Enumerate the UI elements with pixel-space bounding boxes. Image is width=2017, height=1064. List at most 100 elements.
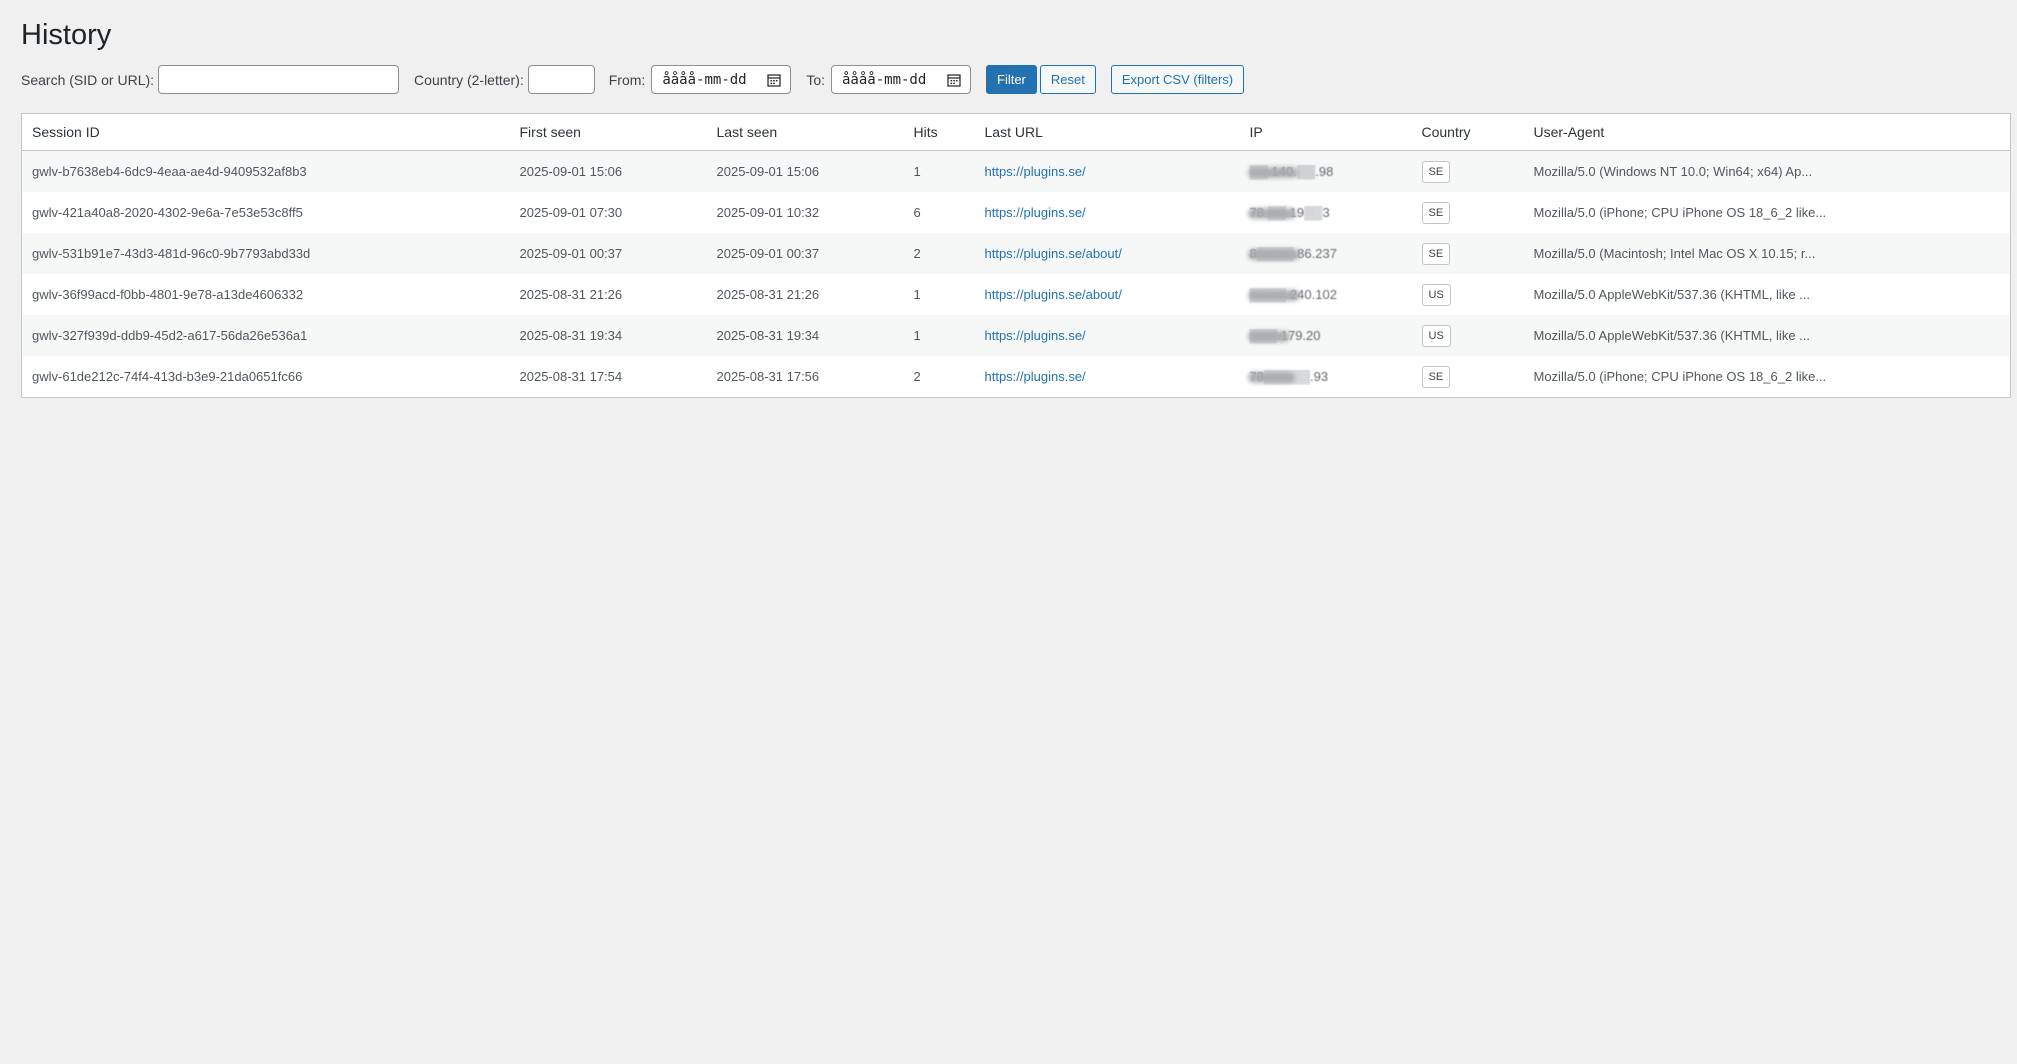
country-cell: SE	[1411, 233, 1524, 274]
session-id-cell: gwlv-b7638eb4-6dc9-4eaa-ae4d-9409532af8b…	[21, 150, 510, 192]
last-url-link[interactable]: https://plugins.se/	[985, 164, 1086, 179]
session-id-cell: gwlv-36f99acd-f0bb-4801-9e78-a13de460633…	[21, 274, 510, 315]
last-seen-cell: 2025-09-01 15:06	[706, 150, 904, 192]
ip-redacted: ▒▒▒▒.240.102	[1249, 287, 1337, 302]
calendar-icon[interactable]	[947, 73, 961, 87]
country-cell: SE	[1411, 192, 1524, 233]
col-session-id[interactable]: Session ID	[21, 113, 510, 151]
reset-button[interactable]: Reset	[1039, 65, 1096, 94]
last-url-link[interactable]: https://plugins.se/	[985, 205, 1086, 220]
session-id-cell: gwlv-531b91e7-43d3-481d-96c0-9b7793abd33…	[21, 233, 510, 274]
ip-redacted: 78▒▒▒▒▒.93	[1249, 369, 1329, 384]
table-header-row: Session ID First seen Last seen Hits Las…	[21, 113, 2011, 151]
last-url-cell: https://plugins.se/	[974, 192, 1240, 233]
first-seen-cell: 2025-09-01 00:37	[509, 233, 707, 274]
user-agent-cell: Mozilla/5.0 (iPhone; CPU iPhone OS 18_6_…	[1523, 356, 2011, 398]
session-id-cell: gwlv-327f939d-ddb9-45d2-a617-56da26e536a…	[21, 315, 510, 356]
last-seen-cell: 2025-08-31 21:26	[706, 274, 904, 315]
country-badge: US	[1421, 324, 1451, 347]
country-badge: SE	[1421, 201, 1451, 224]
search-input[interactable]	[158, 65, 400, 94]
last-url-link[interactable]: https://plugins.se/	[985, 369, 1086, 384]
country-cell: SE	[1411, 356, 1524, 398]
hits-cell: 2	[903, 356, 975, 398]
last-seen-cell: 2025-08-31 17:56	[706, 356, 904, 398]
ip-redacted: ▒▒▒.179.20	[1249, 328, 1321, 343]
history-page: History Search (SID or URL): Country (2-…	[0, 0, 2017, 398]
hits-cell: 1	[903, 315, 975, 356]
country-badge: SE	[1421, 242, 1451, 265]
col-country[interactable]: Country	[1411, 113, 1524, 151]
last-url-cell: https://plugins.se/about/	[974, 233, 1240, 274]
ip-redacted: 8▒▒▒▒.86.237	[1249, 246, 1337, 261]
country-label: Country (2-letter):	[414, 71, 524, 88]
col-ip[interactable]: IP	[1239, 113, 1412, 151]
country-cell: SE	[1411, 150, 1524, 192]
country-badge: SE	[1421, 160, 1451, 183]
table-row: gwlv-421a40a8-2020-4302-9e6a-7e53e53c8ff…	[21, 192, 2011, 233]
col-user-agent[interactable]: User-Agent	[1523, 113, 2011, 151]
to-date-placeholder: åååå-mm-dd	[842, 71, 927, 88]
user-agent-cell: Mozilla/5.0 (Macintosh; Intel Mac OS X 1…	[1523, 233, 2011, 274]
last-url-cell: https://plugins.se/	[974, 315, 1240, 356]
to-label: To:	[806, 71, 825, 88]
calendar-icon[interactable]	[767, 73, 781, 87]
last-url-cell: https://plugins.se/about/	[974, 274, 1240, 315]
country-cell: US	[1411, 315, 1524, 356]
col-last-seen[interactable]: Last seen	[706, 113, 904, 151]
last-seen-cell: 2025-08-31 19:34	[706, 315, 904, 356]
col-hits[interactable]: Hits	[903, 113, 975, 151]
country-cell: US	[1411, 274, 1524, 315]
from-date-placeholder: åååå-mm-dd	[662, 71, 747, 88]
first-seen-cell: 2025-08-31 19:34	[509, 315, 707, 356]
export-csv-button[interactable]: Export CSV (filters)	[1110, 65, 1245, 94]
first-seen-cell: 2025-08-31 17:54	[509, 356, 707, 398]
table-row: gwlv-327f939d-ddb9-45d2-a617-56da26e536a…	[21, 315, 2011, 356]
col-last-url[interactable]: Last URL	[974, 113, 1240, 151]
hits-cell: 6	[903, 192, 975, 233]
search-label: Search (SID or URL):	[21, 71, 155, 88]
ip-cell: 78▒▒▒▒▒.93	[1239, 356, 1412, 398]
session-id-cell: gwlv-421a40a8-2020-4302-9e6a-7e53e53c8ff…	[21, 192, 510, 233]
country-badge: SE	[1421, 365, 1451, 388]
filter-button[interactable]: Filter	[986, 65, 1037, 94]
last-url-link[interactable]: https://plugins.se/about/	[985, 246, 1122, 261]
ip-redacted: ▒▒.140.▒▒.98	[1249, 164, 1334, 179]
filter-bar: Search (SID or URL): Country (2-letter):…	[21, 64, 2011, 95]
user-agent-cell: Mozilla/5.0 AppleWebKit/537.36 (KHTML, l…	[1523, 274, 2011, 315]
last-seen-cell: 2025-09-01 10:32	[706, 192, 904, 233]
last-seen-cell: 2025-09-01 00:37	[706, 233, 904, 274]
last-url-link[interactable]: https://plugins.se/about/	[985, 287, 1122, 302]
ip-cell: 78.▒▒.19▒▒3	[1239, 192, 1412, 233]
ip-cell: ▒▒▒▒.240.102	[1239, 274, 1412, 315]
country-input[interactable]	[527, 65, 595, 94]
first-seen-cell: 2025-08-31 21:26	[509, 274, 707, 315]
last-url-cell: https://plugins.se/	[974, 150, 1240, 192]
last-url-link[interactable]: https://plugins.se/	[985, 328, 1086, 343]
history-table: Session ID First seen Last seen Hits Las…	[21, 113, 2011, 398]
col-first-seen[interactable]: First seen	[509, 113, 707, 151]
user-agent-cell: Mozilla/5.0 (Windows NT 10.0; Win64; x64…	[1523, 150, 2011, 192]
hits-cell: 1	[903, 150, 975, 192]
user-agent-cell: Mozilla/5.0 (iPhone; CPU iPhone OS 18_6_…	[1523, 192, 2011, 233]
table-row: gwlv-531b91e7-43d3-481d-96c0-9b7793abd33…	[21, 233, 2011, 274]
last-url-cell: https://plugins.se/	[974, 356, 1240, 398]
country-badge: US	[1421, 283, 1451, 306]
first-seen-cell: 2025-09-01 07:30	[509, 192, 707, 233]
hits-cell: 2	[903, 233, 975, 274]
table-row: gwlv-36f99acd-f0bb-4801-9e78-a13de460633…	[21, 274, 2011, 315]
user-agent-cell: Mozilla/5.0 AppleWebKit/537.36 (KHTML, l…	[1523, 315, 2011, 356]
from-date-input[interactable]: åååå-mm-dd	[651, 65, 792, 94]
ip-redacted: 78.▒▒.19▒▒3	[1249, 205, 1330, 220]
to-date-input[interactable]: åååå-mm-dd	[831, 65, 971, 94]
from-label: From:	[608, 71, 646, 88]
session-id-cell: gwlv-61de212c-74f4-413d-b3e9-21da0651fc6…	[21, 356, 510, 398]
ip-cell: ▒▒.140.▒▒.98	[1239, 150, 1412, 192]
table-row: gwlv-b7638eb4-6dc9-4eaa-ae4d-9409532af8b…	[21, 150, 2011, 192]
ip-cell: 8▒▒▒▒.86.237	[1239, 233, 1412, 274]
page-title: History	[21, 19, 112, 51]
first-seen-cell: 2025-09-01 15:06	[509, 150, 707, 192]
table-row: gwlv-61de212c-74f4-413d-b3e9-21da0651fc6…	[21, 356, 2011, 398]
hits-cell: 1	[903, 274, 975, 315]
ip-cell: ▒▒▒.179.20	[1239, 315, 1412, 356]
